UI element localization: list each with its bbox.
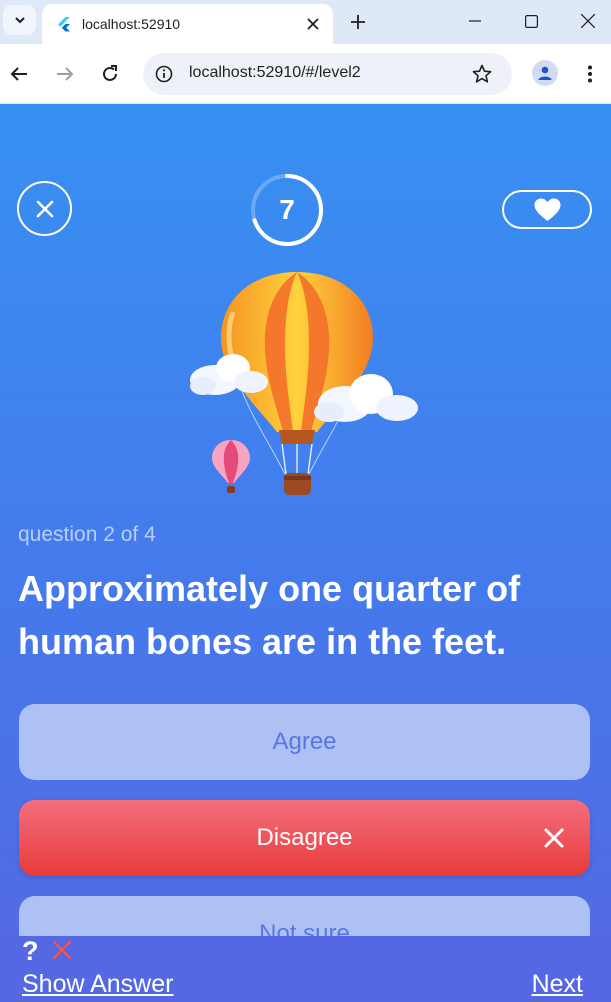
url-text[interactable]: localhost:52910/#/level2 xyxy=(189,64,361,82)
close-icon xyxy=(36,200,53,217)
reload-icon xyxy=(103,65,117,81)
star-icon xyxy=(472,64,492,83)
timer-value: 7 xyxy=(279,194,295,225)
lives-button[interactable] xyxy=(502,190,592,229)
answer-label: Disagree xyxy=(256,824,353,851)
countdown-timer: 7 xyxy=(249,172,325,248)
bookmark-button[interactable] xyxy=(470,62,494,86)
hint-icon[interactable]: ? xyxy=(22,936,39,967)
profile-button[interactable] xyxy=(532,60,558,86)
new-tab-button[interactable] xyxy=(344,8,372,36)
close-icon xyxy=(581,14,595,28)
reload-button[interactable] xyxy=(96,60,124,88)
close-icon xyxy=(307,18,319,30)
minimize-icon xyxy=(469,20,481,22)
forward-button[interactable] xyxy=(51,60,79,88)
hint-status-close-icon xyxy=(52,940,72,960)
quiz-footer: ? Show Answer Next xyxy=(0,936,611,1002)
tab-search-button[interactable] xyxy=(3,5,36,35)
info-icon xyxy=(155,65,173,83)
back-button[interactable] xyxy=(5,60,33,88)
browser-menu-button[interactable] xyxy=(576,60,604,88)
hot-air-balloon-illustration xyxy=(190,272,418,495)
tab-title: localhost:52910 xyxy=(82,16,181,32)
browser-toolbar: localhost:52910/#/level2 xyxy=(0,44,611,104)
answer-agree-button[interactable]: Agree xyxy=(19,704,590,780)
window-close-button[interactable] xyxy=(565,6,611,36)
wrong-answer-icon xyxy=(544,828,564,848)
minimize-button[interactable] xyxy=(452,6,498,36)
quiz-screen: 7 question 2 of 4 Approximately one quar… xyxy=(0,104,611,1002)
site-info-button[interactable] xyxy=(153,63,175,85)
arrow-right-icon xyxy=(57,67,74,81)
flutter-icon xyxy=(58,17,70,32)
next-link[interactable]: Next xyxy=(532,970,583,999)
maximize-icon xyxy=(524,14,538,28)
tab-close-button[interactable] xyxy=(301,12,325,36)
close-quiz-button[interactable] xyxy=(17,181,72,236)
answer-disagree-button[interactable]: Disagree xyxy=(19,800,590,876)
browser-tab-strip: localhost:52910 xyxy=(0,0,611,44)
plus-icon xyxy=(351,15,365,29)
browser-tab[interactable]: localhost:52910 xyxy=(42,4,333,44)
heart-icon xyxy=(534,198,560,221)
arrow-left-icon xyxy=(10,67,27,81)
question-counter: question 2 of 4 xyxy=(18,523,156,546)
show-answer-link[interactable]: Show Answer xyxy=(22,970,173,999)
address-bar[interactable]: localhost:52910/#/level2 xyxy=(143,53,512,95)
question-text: Approximately one quarter of human bones… xyxy=(18,568,521,662)
maximize-button[interactable] xyxy=(508,6,554,36)
person-icon xyxy=(538,66,552,80)
more-vert-icon xyxy=(588,65,592,83)
chevron-down-icon xyxy=(14,17,25,24)
answer-label: Agree xyxy=(272,728,337,755)
